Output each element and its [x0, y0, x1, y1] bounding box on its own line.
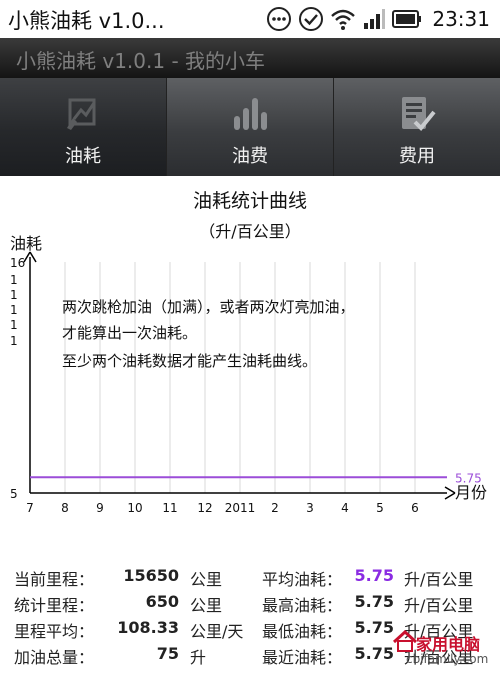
checklist-icon — [402, 97, 436, 131]
tab-label: 油费 — [232, 146, 268, 167]
tab-bar: 油耗 油费 费用 — [0, 78, 500, 176]
stat-label: 里程平均： — [14, 622, 95, 641]
stat-label: 最低油耗： — [262, 622, 343, 641]
x-tick-label: 2011 — [225, 501, 256, 515]
x-tick-label: 10 — [127, 501, 142, 515]
x-tick-label: 9 — [96, 501, 104, 515]
y-tick-label: 1 — [10, 273, 18, 287]
stat-value: 5.75 — [354, 618, 394, 637]
watermark-url: cbifamily.com — [406, 652, 489, 666]
tab-fuel-consumption[interactable]: 油耗 — [0, 78, 167, 176]
x-tick-label: 6 — [411, 501, 419, 515]
average-line-label: 5.75 — [455, 471, 482, 485]
y-tick-label: 1 — [10, 334, 18, 348]
x-axis-label: 月份 — [455, 483, 487, 502]
tab-label: 油耗 — [65, 146, 101, 167]
x-tick-label: 12 — [197, 501, 212, 515]
stat-value: 5.75 — [354, 566, 394, 585]
stat-label: 统计里程： — [14, 596, 95, 615]
stat-value: 650 — [145, 592, 179, 611]
y-tick-label: 1 — [10, 303, 18, 317]
chart-message: 两次跳枪加油（加满），或者两次灯亮加油， — [62, 298, 355, 316]
bar-chart-icon — [234, 98, 267, 130]
stat-label: 最近油耗： — [262, 648, 343, 667]
stat-unit: 升/百公里 — [404, 596, 474, 615]
stat-value: 5.75 — [354, 592, 394, 611]
clock: 23:31 — [432, 7, 490, 31]
chart-title: 油耗统计曲线 — [192, 190, 307, 212]
edit-chart-icon — [67, 98, 96, 130]
y-axis-label: 油耗 — [10, 234, 42, 253]
x-tick-label: 8 — [61, 501, 69, 515]
x-tick-label: 2 — [271, 501, 279, 515]
wifi-icon — [331, 9, 356, 30]
x-tick-label: 5 — [376, 501, 384, 515]
y-tick-label: 16 — [10, 256, 25, 270]
y-tick-label: 5 — [10, 487, 18, 501]
y-tick-label: 1 — [10, 288, 18, 302]
stat-value: 5.75 — [354, 644, 394, 663]
status-icons: 23:31 — [266, 6, 490, 32]
house-logo-icon — [392, 630, 418, 652]
x-tick-label: 4 — [341, 501, 349, 515]
stat-label: 平均油耗： — [262, 570, 343, 589]
signal-icon — [364, 9, 386, 29]
status-bar: 小熊油耗 v1.0... 23:31 — [0, 0, 500, 38]
notification-title: 小熊油耗 v1.0... — [8, 9, 165, 33]
x-tick-label: 7 — [26, 501, 34, 515]
check-circle-icon — [299, 7, 324, 31]
tab-label: 费用 — [399, 146, 435, 167]
tab-expenses[interactable]: 费用 — [334, 78, 500, 176]
stat-unit: 升 — [190, 648, 207, 667]
chart-message: 至少两个油耗数据才能产生油耗曲线。 — [62, 352, 317, 370]
fuel-consumption-chart: 油耗161111157 8 9 10 11 12 2011 2 3 4 5 6月份5.75两次跳枪加油… — [10, 234, 487, 515]
stat-label: 最高油耗： — [262, 596, 343, 615]
x-tick-label: 3 — [306, 501, 314, 515]
watermark: 家用电脑 cbifamily.com — [392, 628, 500, 672]
chart-message: 才能算出一次油耗。 — [62, 324, 197, 342]
stat-value: 15650 — [123, 566, 179, 585]
y-tick-label: 1 — [10, 318, 18, 332]
x-tick-label: 11 — [162, 501, 177, 515]
stat-unit: 公里/天 — [190, 622, 244, 641]
tab-fuel-cost[interactable]: 油费 — [167, 78, 334, 176]
stat-label: 当前里程： — [14, 570, 95, 589]
stat-label: 加油总量： — [14, 648, 95, 667]
stat-unit: 升/百公里 — [404, 570, 474, 589]
stat-unit: 公里 — [190, 596, 223, 615]
more-icon — [267, 7, 292, 31]
app-title-bar: 小熊油耗 v1.0.1 - 我的小车 — [0, 38, 500, 78]
stat-unit: 公里 — [190, 570, 223, 589]
stat-value: 108.33 — [117, 618, 179, 637]
app-title: 小熊油耗 v1.0.1 - 我的小车 — [16, 49, 266, 73]
battery-icon — [392, 10, 422, 28]
stat-value: 75 — [156, 644, 179, 663]
